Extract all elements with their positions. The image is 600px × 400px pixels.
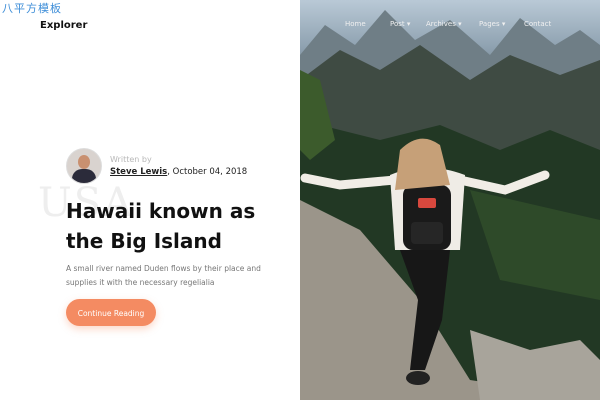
- avatar-body: [72, 169, 96, 183]
- hero-image: [300, 0, 600, 400]
- nav-post[interactable]: Post ▾: [390, 20, 410, 28]
- avatar-head: [78, 155, 90, 169]
- nav-home[interactable]: Home: [345, 20, 366, 28]
- author-avatar: [66, 148, 102, 184]
- author-info: Written by Steve Lewis, October 04, 2018: [110, 155, 247, 177]
- hero-left-panel: 八平方模板 Explorer USA Written by Steve Lewi…: [0, 0, 300, 400]
- watermark-text: 八平方模板: [2, 2, 62, 15]
- author-name-link[interactable]: Steve Lewis: [110, 167, 167, 177]
- site-logo[interactable]: Explorer: [40, 20, 87, 31]
- post-excerpt: A small river named Duden flows by their…: [66, 264, 261, 287]
- post-author: Written by Steve Lewis, October 04, 2018: [66, 148, 247, 184]
- nav-archives[interactable]: Archives ▾: [426, 20, 462, 28]
- nav-pages[interactable]: Pages ▾: [479, 20, 505, 28]
- hiker-scene-illustration: [300, 10, 600, 400]
- author-byline: Steve Lewis, October 04, 2018: [110, 167, 247, 177]
- post-date: , October 04, 2018: [167, 167, 248, 177]
- nav-contact[interactable]: Contact: [524, 20, 551, 28]
- continue-reading-button[interactable]: Continue Reading: [66, 299, 156, 326]
- written-by-label: Written by: [110, 155, 152, 164]
- post-title: Hawaii known as the Big Island: [66, 199, 256, 253]
